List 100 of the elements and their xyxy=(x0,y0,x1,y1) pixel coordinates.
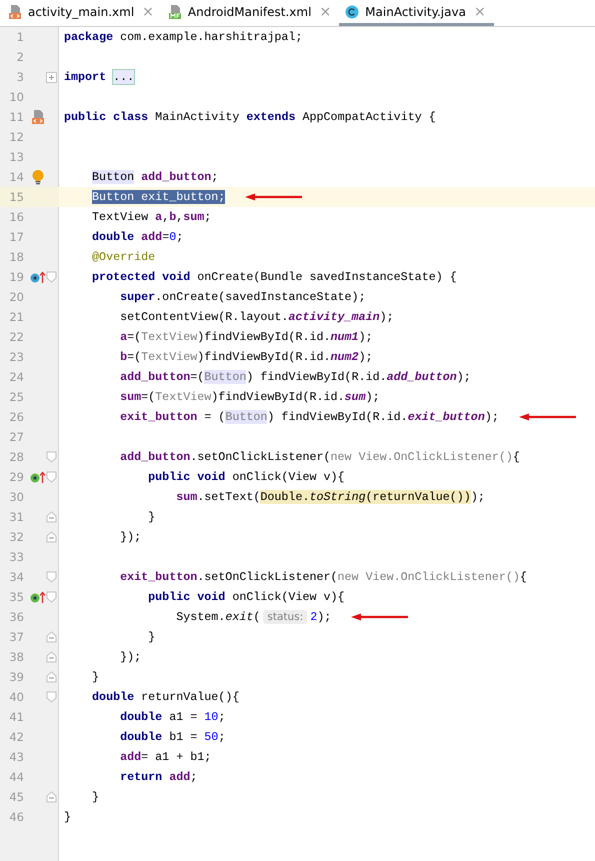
fold-marker-icon xyxy=(46,631,57,643)
line-number: 27 xyxy=(8,430,24,444)
line-number: 43 xyxy=(8,750,24,764)
line-number: 3 xyxy=(16,70,24,84)
line-number: 40 xyxy=(8,690,24,704)
implement-arrow-icon xyxy=(30,591,46,603)
line-number: 15 xyxy=(8,190,24,204)
expand-icon xyxy=(46,72,57,82)
line-number: 1 xyxy=(16,30,24,44)
code-line: add_button.setOnClickListener(new View.OnClickListener(){ xyxy=(120,450,520,464)
editor-tab[interactable]: MainActivity.java × xyxy=(339,0,494,26)
code-line: return add; xyxy=(120,770,198,784)
line-number: 39 xyxy=(8,670,24,684)
code-line: Button add_button; xyxy=(92,170,218,184)
fold-marker-icon xyxy=(46,691,57,703)
line-number: 16 xyxy=(8,210,24,224)
line-number: 18 xyxy=(8,250,24,264)
line-number: 12 xyxy=(8,130,24,144)
code-line: sum.setText(Double.toString(returnValue())); xyxy=(176,490,485,504)
line-number: 10 xyxy=(8,90,24,104)
line-number: 37 xyxy=(8,630,24,644)
code-line: }); xyxy=(120,650,142,664)
line-number: 36 xyxy=(8,610,24,624)
fold-marker-icon xyxy=(46,271,57,283)
code-line: } xyxy=(148,510,156,524)
line-number: 33 xyxy=(8,550,24,564)
line-number: 22 xyxy=(8,330,24,344)
line-number: 45 xyxy=(8,790,24,804)
code-line: b=(TextView)findViewById(R.id.num2); xyxy=(120,350,373,364)
fold-marker-icon xyxy=(46,531,57,543)
line-number: 21 xyxy=(8,310,24,324)
code-line: exit_button = (Button) findViewById(R.id.exit_button); xyxy=(120,410,499,424)
line-number: 17 xyxy=(8,230,24,244)
code-line: double returnValue(){ xyxy=(92,690,240,704)
fold-marker-icon xyxy=(46,791,57,803)
line-number: 30 xyxy=(8,490,24,504)
manifest-file-icon xyxy=(168,4,182,18)
code-line: add= a1 + b1; xyxy=(120,750,212,764)
lightbulb-icon xyxy=(32,170,44,184)
code-text: System.exit( xyxy=(176,610,260,624)
code-line: import ... xyxy=(64,70,134,84)
code-line: double add=0; xyxy=(92,230,184,244)
code-line: } xyxy=(92,670,100,684)
fold-marker-icon xyxy=(46,451,57,463)
line-number: 34 xyxy=(8,570,24,584)
line-number: 31 xyxy=(8,510,24,524)
line-number: 14 xyxy=(8,170,24,184)
fold-marker-icon xyxy=(46,471,57,483)
code-line: } xyxy=(92,790,100,804)
class-file-icon xyxy=(345,4,360,18)
code-line: a=(TextView)findViewById(R.id.num1); xyxy=(120,330,373,344)
line-number: 13 xyxy=(8,150,24,164)
code-line: }); xyxy=(120,530,142,544)
code-line: double a1 = 10; xyxy=(120,710,226,724)
code-line: @Override xyxy=(92,250,156,264)
line-number: 26 xyxy=(8,410,24,424)
code-line: super.onCreate(savedInstanceState); xyxy=(120,290,366,304)
code-line: double b1 = 50; xyxy=(120,730,226,744)
line-number: 44 xyxy=(8,770,24,784)
line-number: 23 xyxy=(8,350,24,364)
code-line: public class MainActivity extends AppCompatActivity { xyxy=(64,110,436,124)
fold-marker-icon xyxy=(46,671,57,683)
code-line: } xyxy=(64,810,72,824)
fold-marker-icon xyxy=(46,591,57,603)
code-line: public void onClick(View v){ xyxy=(148,470,345,484)
line-number: 11 xyxy=(8,110,24,124)
code-line: } xyxy=(148,630,156,644)
line-number: 20 xyxy=(8,290,24,304)
editor-tab[interactable]: activity_main.xml × xyxy=(2,0,162,26)
line-number: 25 xyxy=(8,390,24,404)
code-line: add_button=(Button) findViewById(R.id.add_button); xyxy=(120,370,471,384)
editor-tab[interactable]: AndroidManifest.xml × xyxy=(162,0,340,26)
line-number: 32 xyxy=(8,530,24,544)
code-line: exit_button.setOnClickListener(new View.OnClickListener(){ xyxy=(120,570,527,584)
parameter-hint: status: xyxy=(263,610,308,624)
line-number: 35 xyxy=(8,590,24,604)
implement-arrow-icon xyxy=(30,471,46,483)
line-number: 41 xyxy=(8,710,24,724)
code-text: 2 xyxy=(310,610,318,624)
fold-marker-icon xyxy=(46,651,57,663)
code-line: TextView a,b,sum; xyxy=(92,210,212,224)
line-number: 38 xyxy=(8,650,24,664)
fold-marker-icon xyxy=(46,571,57,583)
line-number: 24 xyxy=(8,370,24,384)
code-line: package com.example.harshitrajpal; xyxy=(64,30,302,44)
code-line: setContentView(R.layout.activity_main); xyxy=(120,310,394,324)
line-number: 46 xyxy=(8,810,24,824)
code-text: ); xyxy=(317,610,332,624)
code-line: public void onClick(View v){ xyxy=(148,590,345,604)
override-arrow-icon xyxy=(30,271,46,283)
line-number: 28 xyxy=(8,450,24,464)
xml-file-icon xyxy=(8,4,22,18)
line-number: 29 xyxy=(8,470,24,484)
xml-file-icon xyxy=(31,110,45,124)
code-line: sum=(TextView)findViewById(R.id.sum); xyxy=(120,390,380,404)
fold-marker-icon xyxy=(46,511,57,523)
line-number: 42 xyxy=(8,730,24,744)
code-line: protected void onCreate(Bundle savedInstanceState) { xyxy=(92,270,457,284)
line-number: 19 xyxy=(8,270,24,284)
line-number: 2 xyxy=(16,50,24,64)
